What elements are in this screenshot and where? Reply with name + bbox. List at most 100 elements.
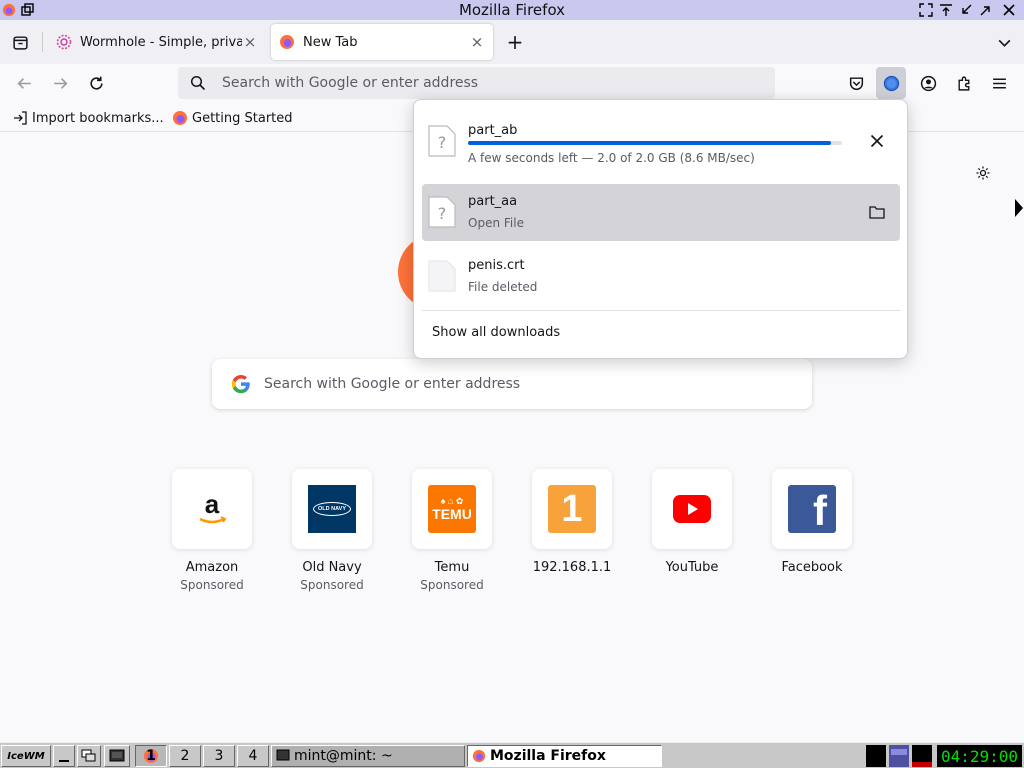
network-graph [891,749,907,755]
downloads-panel: ? part_ab A few seconds left — 2.0 of 2.… [413,99,908,359]
extensions-button[interactable] [949,67,979,99]
top-site-temu[interactable]: ♠ ⌂ ✿ TEMU Temu Sponsored [392,469,512,599]
bookmark-label: Import bookmarks... [32,110,164,126]
terminal-icon [109,749,125,762]
window-titlebar[interactable]: Mozilla Firefox [0,0,1024,20]
facebook-logo-text: f [788,485,836,533]
top-site-old-navy[interactable]: OLD NAVY Old Navy Sponsored [272,469,392,599]
bookmark-label: Getting Started [192,110,293,126]
navigation-bar: Search with Google or enter address [0,64,1024,102]
rollup-icon[interactable] [938,2,954,18]
top-site-name: Old Navy [302,560,362,575]
task-label: mint@mint: ~ [294,748,393,764]
bookmark-getting-started[interactable]: Getting Started [172,108,293,128]
app-menu-button[interactable] [984,67,1014,99]
minimize-icon[interactable] [958,2,974,18]
svg-text:?: ? [438,133,447,152]
top-site-name: Temu [434,560,470,575]
download-progress-fill [468,141,831,145]
show-all-downloads-button[interactable]: Show all downloads [432,325,560,340]
close-window-icon[interactable] [1001,2,1017,18]
taskbar: IceWM 1 2 3 4 mint@mint: ~ Mozilla Firef… [0,742,1024,768]
firefox-icon [280,35,294,49]
network-monitor[interactable] [889,745,909,767]
top-site-name: Amazon [185,560,239,575]
task-terminal[interactable]: mint@mint: ~ [271,745,465,767]
download-progress-bar [468,141,842,145]
window-title: Mozilla Firefox [458,1,566,19]
memory-monitor[interactable] [912,745,932,767]
download-item-part-ab[interactable]: ? part_ab A few seconds left — 2.0 of 2.… [422,113,900,170]
sponsored-label: Sponsored [420,578,484,592]
terminal-launcher-button[interactable] [104,745,130,767]
mouse-cursor-icon [1015,199,1023,217]
workspace-1[interactable]: 1 [135,745,167,767]
top-site-youtube[interactable]: YouTube [632,469,752,599]
top-site-router[interactable]: 1 192.168.1.1 [512,469,632,599]
tab-new-tab[interactable]: New Tab × [271,24,493,60]
start-menu-button[interactable]: IceWM [1,745,51,767]
firefox-icon [172,110,188,126]
firefox-view-button[interactable] [5,26,35,58]
url-input-placeholder[interactable]: Search with Google or enter address [222,75,478,91]
task-label: Mozilla Firefox [490,748,606,764]
top-site-facebook[interactable]: f Facebook [752,469,872,599]
show-in-folder-button[interactable] [862,197,892,227]
cpu-monitor[interactable] [866,745,886,767]
workspace-label: 1 [146,748,156,764]
cancel-download-button[interactable] [862,126,892,156]
back-button[interactable] [9,67,39,99]
download-filename: penis.crt [468,258,525,273]
window-list-button[interactable] [77,745,101,767]
download-item-penis-crt[interactable]: penis.crt File deleted [422,248,900,305]
url-bar[interactable]: Search with Google or enter address [178,67,775,99]
youtube-logo [652,469,732,549]
import-icon [12,110,28,126]
amazon-logo: a [172,469,252,549]
forward-button[interactable] [45,67,75,99]
new-tab-button[interactable]: + [500,26,530,58]
downloads-button[interactable] [876,67,906,99]
firefox-icon [472,749,486,763]
fullscreen-icon[interactable] [918,2,934,18]
wormhole-icon [56,34,72,50]
download-status: Open File [468,216,524,230]
tab-wormhole[interactable]: Wormhole - Simple, private × [48,24,266,60]
workspace-4[interactable]: 4 [237,745,269,767]
svg-text:a: a [205,489,220,519]
pocket-button[interactable] [841,67,871,99]
newtab-search-box[interactable]: Search with Google or enter address [212,359,812,409]
deleted-file-icon [428,260,456,292]
unknown-file-icon: ? [428,125,456,157]
temu-logo-text: TEMU [432,506,472,522]
list-all-tabs-button[interactable] [989,26,1019,58]
close-icon [870,134,884,148]
download-item-part-aa[interactable]: ? part_aa Open File [422,184,900,241]
folder-icon [869,206,885,219]
show-desktop-button[interactable] [53,745,75,767]
download-filename: part_aa [468,194,518,209]
maximize-icon[interactable] [978,2,994,18]
tab-close-button[interactable]: × [469,33,485,51]
download-filename: part_ab [468,123,518,138]
tab-label: Wormhole - Simple, private [80,34,242,50]
gear-icon[interactable] [972,162,994,184]
newtab-search-placeholder[interactable]: Search with Google or enter address [264,376,520,392]
clock[interactable]: 04:29:00 [937,745,1022,767]
temu-logo: ♠ ⌂ ✿ TEMU [412,469,492,549]
top-site-amazon[interactable]: a Amazon Sponsored [152,469,272,599]
top-site-name: Facebook [781,560,843,575]
workspace-2[interactable]: 2 [169,745,201,767]
windows-icon [81,749,96,762]
account-button[interactable] [913,67,943,99]
download-status: File deleted [468,280,538,294]
old-navy-logo: OLD NAVY [292,469,372,549]
reload-button[interactable] [81,67,111,99]
tab-close-button[interactable]: × [242,33,258,51]
bookmark-import[interactable]: Import bookmarks... [12,108,164,128]
task-firefox[interactable]: Mozilla Firefox [467,745,662,767]
panel-separator [422,310,900,311]
workspace-3[interactable]: 3 [203,745,235,767]
sponsored-label: Sponsored [300,578,364,592]
router-logo-text: 1 [548,485,596,533]
